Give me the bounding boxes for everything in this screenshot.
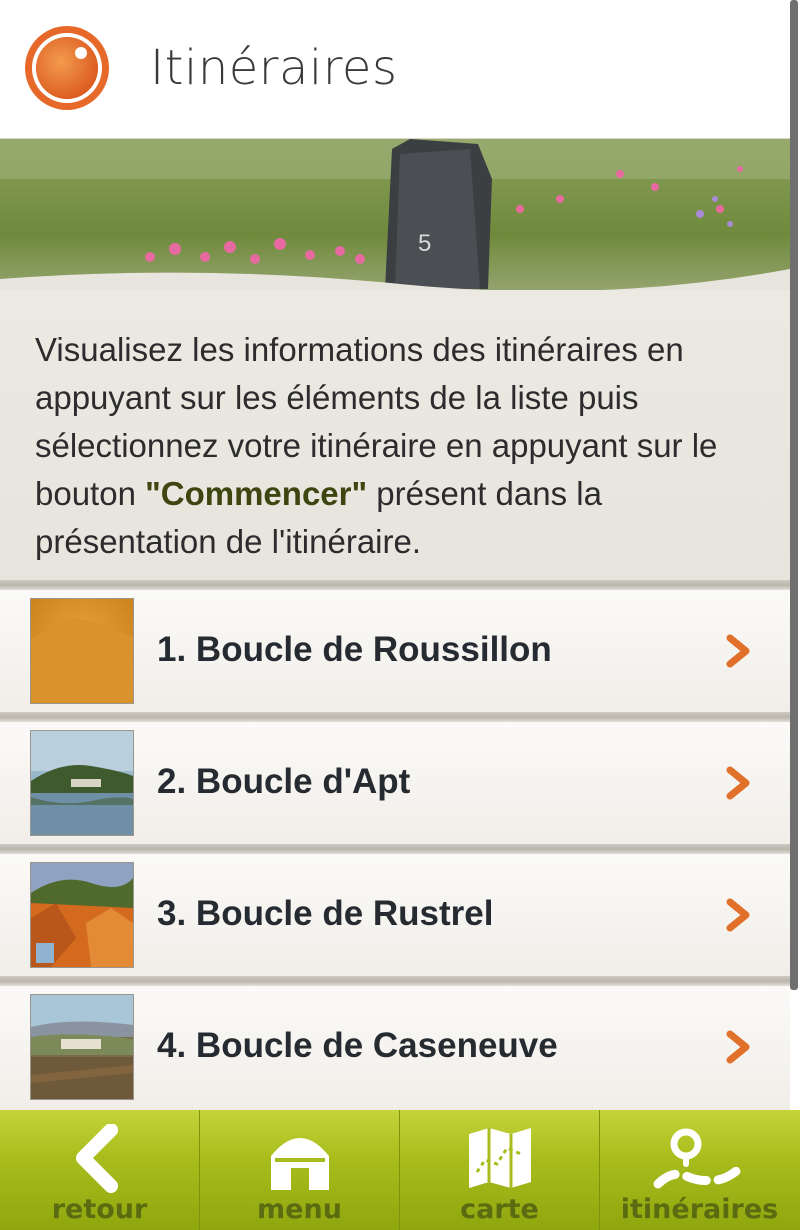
divider (0, 712, 790, 722)
intro-highlight: "Commencer" (145, 475, 368, 512)
app-logo-icon (25, 26, 109, 110)
scrollbar-thumb[interactable] (790, 0, 798, 990)
route-thumbnail (30, 862, 134, 968)
chevron-right-icon (726, 898, 750, 932)
svg-text:5: 5 (418, 230, 431, 257)
route-label: 1. Boucle de Roussillon (157, 630, 552, 669)
route-thumbnail (30, 994, 134, 1100)
route-thumbnail (30, 598, 134, 704)
tab-label: retour (51, 1194, 148, 1225)
route-item-roussillon[interactable]: 1. Boucle de Roussillon (0, 590, 790, 712)
route-item-rustrel[interactable]: 3. Boucle de Rustrel (0, 854, 790, 976)
chevron-right-icon (726, 1030, 750, 1064)
app-header: Itinéraires (0, 0, 800, 139)
route-label: 4. Boucle de Caseneuve (157, 1026, 558, 1065)
chevron-right-icon (726, 634, 750, 668)
divider (0, 580, 790, 590)
tab-label: carte (460, 1194, 539, 1225)
tab-menu[interactable]: menu (200, 1110, 400, 1230)
bottom-tab-bar: retour menu carte itinéraires (0, 1110, 800, 1230)
route-pin-icon (653, 1128, 744, 1189)
banner-image: 5 (0, 139, 790, 299)
map-icon (468, 1128, 531, 1188)
back-arrow-icon (75, 1124, 118, 1193)
tab-map[interactable]: carte (400, 1110, 600, 1230)
divider (0, 844, 790, 854)
tab-back[interactable]: retour (0, 1110, 200, 1230)
intro-panel: Visualisez les informations des itinérai… (0, 290, 790, 580)
route-item-caseneuve[interactable]: 4. Boucle de Caseneuve (0, 986, 790, 1108)
home-icon (270, 1138, 329, 1190)
route-item-apt[interactable]: 2. Boucle d'Apt (0, 722, 790, 844)
route-thumbnail (30, 730, 134, 836)
route-label: 3. Boucle de Rustrel (157, 894, 494, 933)
tab-label: menu (257, 1194, 342, 1225)
route-label: 2. Boucle d'Apt (157, 762, 411, 801)
chevron-right-icon (726, 766, 750, 800)
divider (0, 976, 790, 986)
tab-label: itinéraires (620, 1194, 779, 1225)
scrollbar[interactable] (790, 0, 800, 1110)
tab-itineraries[interactable]: itinéraires (600, 1110, 799, 1230)
intro-text: Visualisez les informations des itinérai… (35, 326, 765, 566)
page-title: Itinéraires (150, 40, 398, 96)
